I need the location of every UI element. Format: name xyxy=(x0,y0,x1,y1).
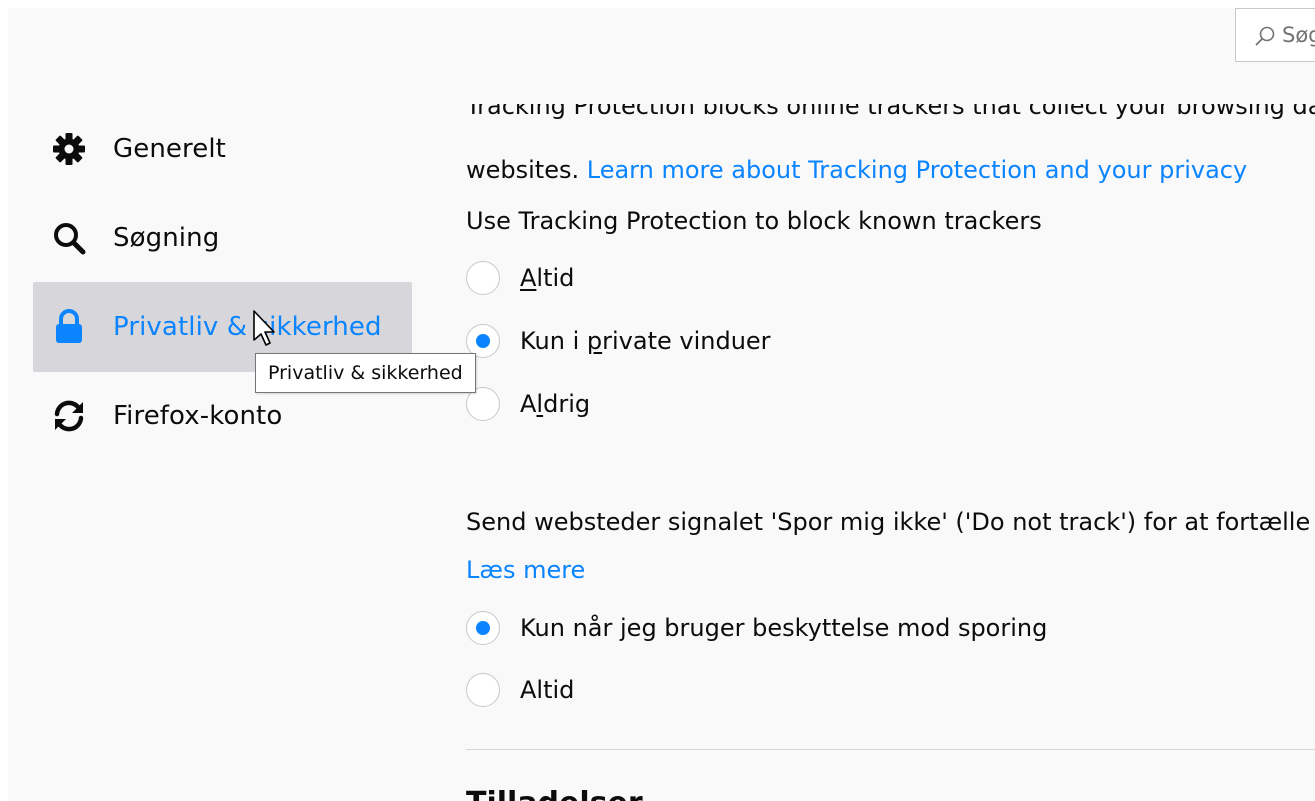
tracking-description-line1: Tracking Protection blocks online tracke… xyxy=(466,104,1315,120)
permissions-heading: Tilladelser xyxy=(466,786,766,801)
dnt-description: Send websteder signalet 'Spor mig ikke' … xyxy=(466,508,1311,536)
dnt-option-always[interactable]: Altid xyxy=(466,670,574,710)
lock-icon xyxy=(51,309,87,345)
radio-label: Aldrig xyxy=(520,390,591,418)
learn-more-tracking-link[interactable]: Learn more about Tracking Protection and… xyxy=(587,156,1247,184)
preferences-window: Generelt Søgning Privatliv & sikkerhed xyxy=(8,8,1315,801)
tracking-option-private-windows[interactable]: Kun i private vinduer xyxy=(466,321,771,361)
sidebar-item-label: Firefox-konto xyxy=(113,401,283,431)
radio-label: Kun i private vinduer xyxy=(520,327,771,355)
radio-label: Altid xyxy=(520,264,575,292)
sync-icon xyxy=(51,398,87,434)
radio-label: Kun når jeg bruger beskyttelse mod spori… xyxy=(520,614,1048,642)
sidebar-item-general[interactable]: Generelt xyxy=(33,104,412,194)
radio-button[interactable] xyxy=(466,261,500,295)
tracking-option-never[interactable]: Aldrig xyxy=(466,384,590,424)
sidebar-item-label: Søgning xyxy=(113,223,220,253)
dnt-option-with-tracking-protection[interactable]: Kun når jeg bruger beskyttelse mod spori… xyxy=(466,608,1047,648)
mouse-cursor-icon xyxy=(253,310,275,346)
tracking-use-label: Use Tracking Protection to block known t… xyxy=(466,207,1042,235)
radio-button[interactable] xyxy=(466,673,500,707)
tracking-description-line2: websites. Learn more about Tracking Prot… xyxy=(466,156,1248,184)
sidebar-item-search[interactable]: Søgning xyxy=(33,193,412,283)
gear-icon xyxy=(51,131,87,167)
tracking-option-always[interactable]: Altid xyxy=(466,258,574,298)
tooltip: Privatliv & sikkerhed xyxy=(255,353,476,393)
sidebar-item-label: Privatliv & sikkerhed xyxy=(113,312,382,342)
section-separator xyxy=(466,749,1315,750)
dnt-read-more-link[interactable]: Læs mere xyxy=(466,556,585,584)
radio-label: Altid xyxy=(520,676,575,704)
search-icon xyxy=(51,220,87,256)
sidebar-item-label: Generelt xyxy=(113,134,226,164)
privacy-pane: Tracking Protection blocks online tracke… xyxy=(466,8,1315,801)
radio-button-checked[interactable] xyxy=(466,611,500,645)
